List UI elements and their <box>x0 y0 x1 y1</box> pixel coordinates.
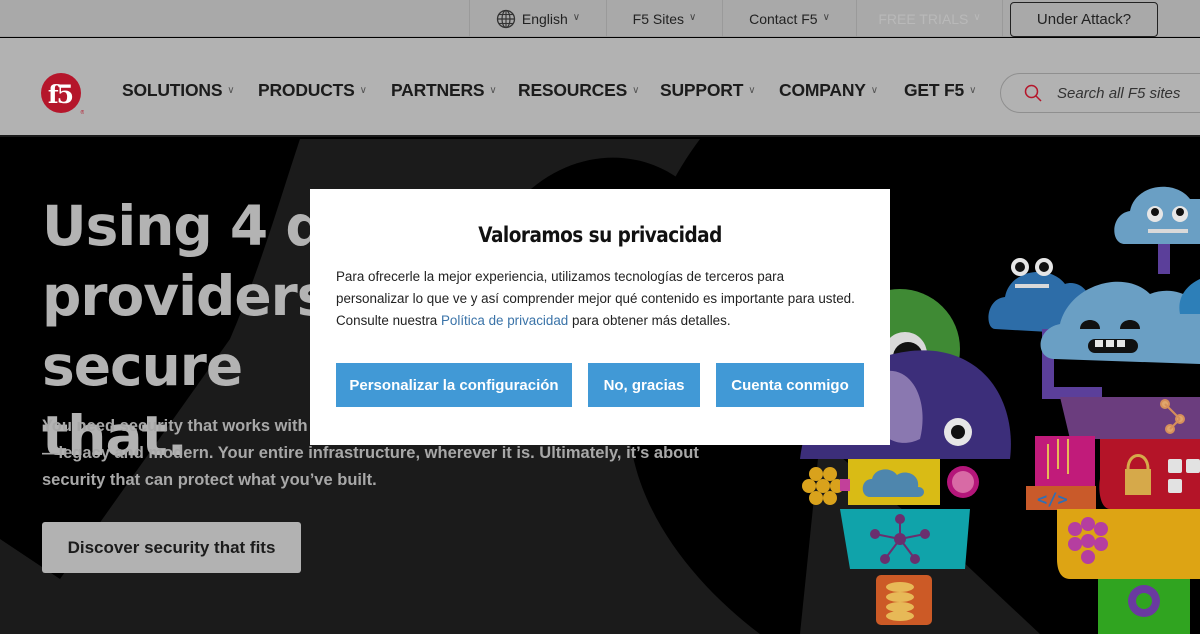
free-trials-menu[interactable]: FREE TRIALS ∨ <box>856 0 1003 37</box>
decline-button[interactable]: No, gracias <box>588 363 700 407</box>
modal-title: Valoramos su privacidad <box>478 223 722 247</box>
nav-get-f5[interactable]: GET F5 ∨ <box>904 80 976 101</box>
chevron-down-icon: ∨ <box>632 85 640 96</box>
chevron-down-icon: ∨ <box>870 85 878 96</box>
nav-label: SOLUTIONS <box>122 80 223 100</box>
nav-label: PRODUCTS <box>258 80 355 100</box>
nav-label: RESOURCES <box>518 80 628 100</box>
nav-products[interactable]: PRODUCTS ∨ <box>258 80 367 101</box>
nav-company[interactable]: COMPANY ∨ <box>779 80 878 101</box>
search-input[interactable] <box>1057 84 1200 102</box>
f5-logo[interactable]: f5 ® <box>40 72 84 116</box>
discover-security-button[interactable]: Discover security that fits <box>42 522 301 573</box>
nav-label: PARTNERS <box>391 80 485 100</box>
nav-solutions[interactable]: SOLUTIONS ∨ <box>122 80 235 101</box>
contact-label: Contact F5 <box>749 10 818 27</box>
nav-partners[interactable]: PARTNERS ∨ <box>391 80 497 101</box>
nav-support[interactable]: SUPPORT ∨ <box>660 80 756 101</box>
nav-resources[interactable]: RESOURCES ∨ <box>518 80 639 101</box>
svg-text:®: ® <box>80 109 84 116</box>
chevron-down-icon: ∨ <box>748 85 756 96</box>
globe-icon <box>496 9 516 28</box>
nav-label: GET F5 <box>904 80 965 100</box>
under-attack-button[interactable]: Under Attack? <box>1010 2 1158 37</box>
privacy-policy-link[interactable]: Política de privacidad <box>441 313 568 328</box>
chevron-down-icon: ∨ <box>689 12 697 23</box>
svg-text:</>: </> <box>1037 490 1068 510</box>
chevron-down-icon: ∨ <box>489 85 497 96</box>
language-label: English <box>521 10 568 27</box>
chevron-down-icon: ∨ <box>973 12 981 23</box>
cloud-characters <box>988 186 1200 399</box>
svg-text:f5: f5 <box>48 80 73 109</box>
f5-sites-label: F5 Sites <box>632 10 685 27</box>
customize-settings-button[interactable]: Personalizar la configuración <box>336 363 572 407</box>
f5-sites-menu[interactable]: F5 Sites ∨ <box>606 0 722 37</box>
main-nav: f5 ® SOLUTIONS ∨ PRODUCTS ∨ PARTNERS ∨ R… <box>0 38 1200 137</box>
chevron-down-icon: ∨ <box>227 85 235 96</box>
chevron-down-icon: ∨ <box>822 12 830 23</box>
chevron-down-icon: ∨ <box>572 12 581 23</box>
free-trials-label: FREE TRIALS <box>878 10 969 27</box>
contact-f5-menu[interactable]: Contact F5 ∨ <box>722 0 856 37</box>
modal-body-text: para obtener más detalles. <box>568 313 731 328</box>
language-selector[interactable]: English ∨ <box>469 0 606 37</box>
chevron-down-icon: ∨ <box>969 85 977 96</box>
modal-body: Para ofrecerle la mejor experiencia, uti… <box>336 266 856 332</box>
nav-label: COMPANY <box>779 80 866 100</box>
search-box[interactable] <box>1000 73 1200 113</box>
search-icon[interactable] <box>1023 83 1043 103</box>
accept-button[interactable]: Cuenta conmigo <box>716 363 864 407</box>
cookie-consent-modal: Valoramos su privacidad Para ofrecerle l… <box>310 189 890 445</box>
utility-bar: English ∨ F5 Sites ∨ Contact F5 ∨ FREE T… <box>0 0 1200 37</box>
nav-label: SUPPORT <box>660 80 744 100</box>
chevron-down-icon: ∨ <box>359 85 367 96</box>
